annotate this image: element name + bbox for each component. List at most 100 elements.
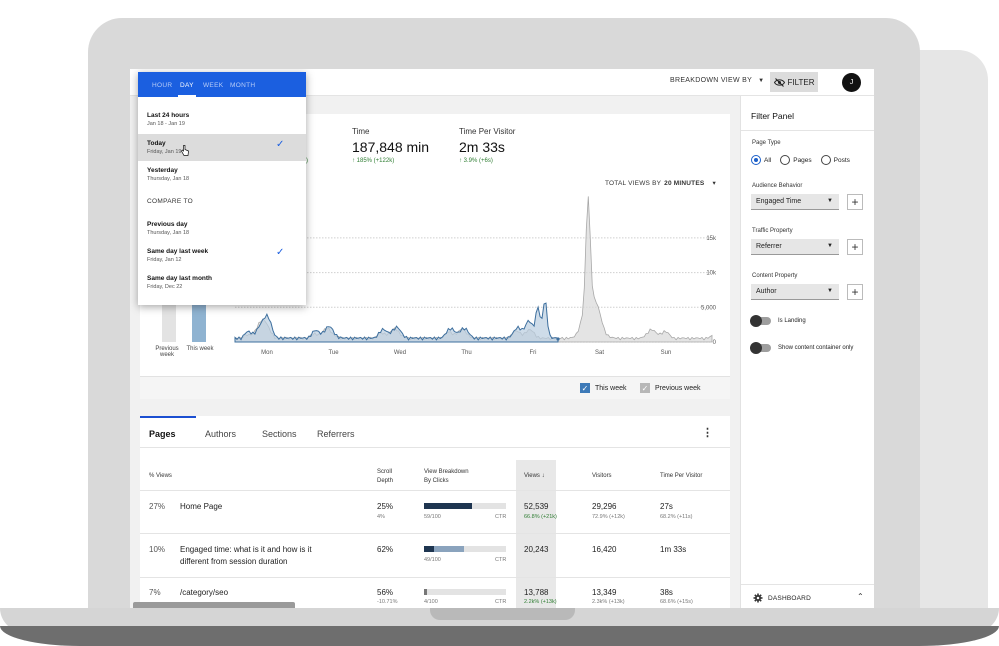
row-clicks: 59/100 <box>424 514 441 520</box>
row-visitors: 29,296 <box>592 502 617 511</box>
toggle-switch[interactable] <box>750 342 771 354</box>
x-tick-label: Sun <box>661 350 672 356</box>
add-content-button[interactable]: + <box>847 284 863 300</box>
select-value: Referrer <box>756 243 782 250</box>
row-page-title-line2[interactable]: different from session duration <box>180 556 287 567</box>
header-scroll-depth[interactable]: Scroll Depth <box>377 468 393 486</box>
dd-active-indicator <box>178 95 196 97</box>
row-time-per-visitor: 27s <box>660 502 673 511</box>
row-views-pct: 27% <box>149 502 166 511</box>
tab-pages[interactable]: Pages <box>149 429 176 439</box>
y-tick-label: 10k <box>706 271 717 277</box>
panel-footer: DASHBOARD ⌃ <box>741 584 874 609</box>
row-time-per-visitor: 38s <box>660 588 673 597</box>
row-page-title[interactable]: Engaged time: what is it and how is it <box>180 544 312 555</box>
audience-behavior-label: Audience Behavior <box>752 183 803 189</box>
row-ctr-label: CTR <box>495 514 507 520</box>
row-page-title[interactable]: Home Page <box>180 501 222 512</box>
y-tick-label: 15k <box>706 236 717 242</box>
panel-title: Filter Panel <box>751 111 794 121</box>
radio-all[interactable] <box>751 155 761 165</box>
header-text: View Breakdown <box>424 469 469 475</box>
page-type-radio-group: All Pages Posts <box>751 155 850 165</box>
avatar[interactable]: J <box>842 73 861 92</box>
audience-behavior-select[interactable]: Engaged Time ▼ <box>751 194 839 210</box>
toggle-content-container[interactable]: Show content container only <box>750 342 854 354</box>
row-visitors: 13,349 <box>592 588 617 597</box>
dd-tab-month[interactable]: MONTH <box>230 82 255 89</box>
add-traffic-button[interactable]: + <box>847 239 863 255</box>
caret-down-icon: ▼ <box>758 78 765 84</box>
clicks-bar-fill <box>424 589 428 595</box>
x-tick-label: Mon <box>261 350 273 356</box>
table-tabs: Pages Authors Sections Referrers ⋮ <box>140 416 730 448</box>
row-scroll-depth: 25% <box>377 502 394 511</box>
dd-item-sub: Friday, Dec 22 <box>147 284 183 290</box>
content-property-select[interactable]: Author ▼ <box>751 284 839 300</box>
legend-previous-week[interactable]: ✓ Previous week <box>640 383 701 393</box>
dd-item-yesterday[interactable]: Yesterday Thursday, Jan 18 <box>138 161 306 188</box>
radio-pages[interactable] <box>780 155 791 165</box>
row-visitors: 16,420 <box>592 545 617 554</box>
radio-posts[interactable] <box>820 155 831 165</box>
week-bar-this <box>192 304 206 342</box>
week-compare-label-previous: Previous week <box>155 346 179 358</box>
dd-item-previous-day[interactable]: Previous day Thursday, Jan 18 <box>138 215 306 242</box>
panel-divider <box>741 130 874 131</box>
row-scroll-depth-sub: -10.71% <box>377 599 398 605</box>
toggle-switch[interactable] <box>750 315 771 327</box>
traffic-property-select[interactable]: Referrer ▼ <box>751 239 839 255</box>
dropdown-tabs: HOUR DAY WEEK MONTH <box>138 72 306 97</box>
x-tick-label: Wed <box>394 350 406 356</box>
dd-tab-hour[interactable]: HOUR <box>152 82 172 89</box>
header-views[interactable]: Views ↓ <box>524 472 545 481</box>
row-views-sub: 2.2k% (+13k) <box>524 599 557 605</box>
eye-off-icon <box>773 77 785 87</box>
chevron-up-icon[interactable]: ⌃ <box>857 592 864 601</box>
dd-item-last-24-hours[interactable]: Last 24 hours Jan 18 - Jan 19 <box>138 106 306 133</box>
breakdown-view-selector[interactable]: BREAKDOWN VIEW BY ▼ <box>670 77 764 84</box>
y-tick-label: 5,000 <box>701 305 717 311</box>
header-time-per-visitor[interactable]: Time Per Visitor <box>660 472 702 481</box>
legend-this-week[interactable]: ✓ This week <box>580 383 627 393</box>
row-page-title[interactable]: /category/seo <box>180 587 228 598</box>
header-view-breakdown[interactable]: View Breakdown By Clicks <box>424 468 469 486</box>
week-bar-previous <box>162 304 176 342</box>
add-audience-button[interactable]: + <box>847 194 863 210</box>
toggle-is-landing[interactable]: Is Landing <box>750 315 806 327</box>
dd-item-title: Yesterday <box>147 167 178 174</box>
row-clicks-bar <box>424 589 506 595</box>
header-text: Depth <box>377 478 394 484</box>
row-ctr-label: CTR <box>495 557 507 563</box>
x-tick-label: Fri <box>530 350 537 356</box>
header-visitors[interactable]: Visitors <box>592 472 612 481</box>
checkbox-checked-icon[interactable]: ✓ <box>580 383 590 393</box>
clicks-bar-fill-secondary <box>433 546 465 552</box>
chart-legend: ✓ This week ✓ Previous week <box>140 376 730 399</box>
row-time-per-visitor: 1m 33s <box>660 545 687 554</box>
dashboard-button[interactable]: DASHBOARD <box>753 593 811 603</box>
clicks-bar-fill <box>424 503 473 509</box>
dd-tab-week[interactable]: WEEK <box>203 82 223 89</box>
dd-item-same-day-last-month[interactable]: Same day last month Friday, Dec 22 <box>138 269 306 296</box>
tab-referrers[interactable]: Referrers <box>317 429 355 439</box>
more-options-icon[interactable]: ⋮ <box>702 426 713 439</box>
toggle-label: Show content container only <box>778 345 854 351</box>
header-views-pct[interactable]: % Views <box>149 472 172 481</box>
week-compare-bars <box>162 304 206 342</box>
caret-down-icon: ▼ <box>827 243 833 249</box>
tab-authors[interactable]: Authors <box>205 429 236 439</box>
dd-tab-day[interactable]: DAY <box>180 82 194 89</box>
dd-item-sub: Thursday, Jan 18 <box>147 176 190 182</box>
checkbox-checked-icon[interactable]: ✓ <box>640 383 650 393</box>
radio-label: All <box>764 156 772 164</box>
dashboard-label: DASHBOARD <box>768 594 811 602</box>
clicks-bar-fill <box>424 546 434 552</box>
toggle-label: Is Landing <box>778 318 806 324</box>
x-tick-label: Tue <box>328 350 339 356</box>
filter-button[interactable]: FILTER <box>770 72 818 92</box>
tab-sections[interactable]: Sections <box>262 429 297 439</box>
dd-compare-heading: COMPARE TO <box>147 198 193 205</box>
caret-down-icon: ▼ <box>827 198 833 204</box>
content-property-label: Content Property <box>752 273 798 279</box>
